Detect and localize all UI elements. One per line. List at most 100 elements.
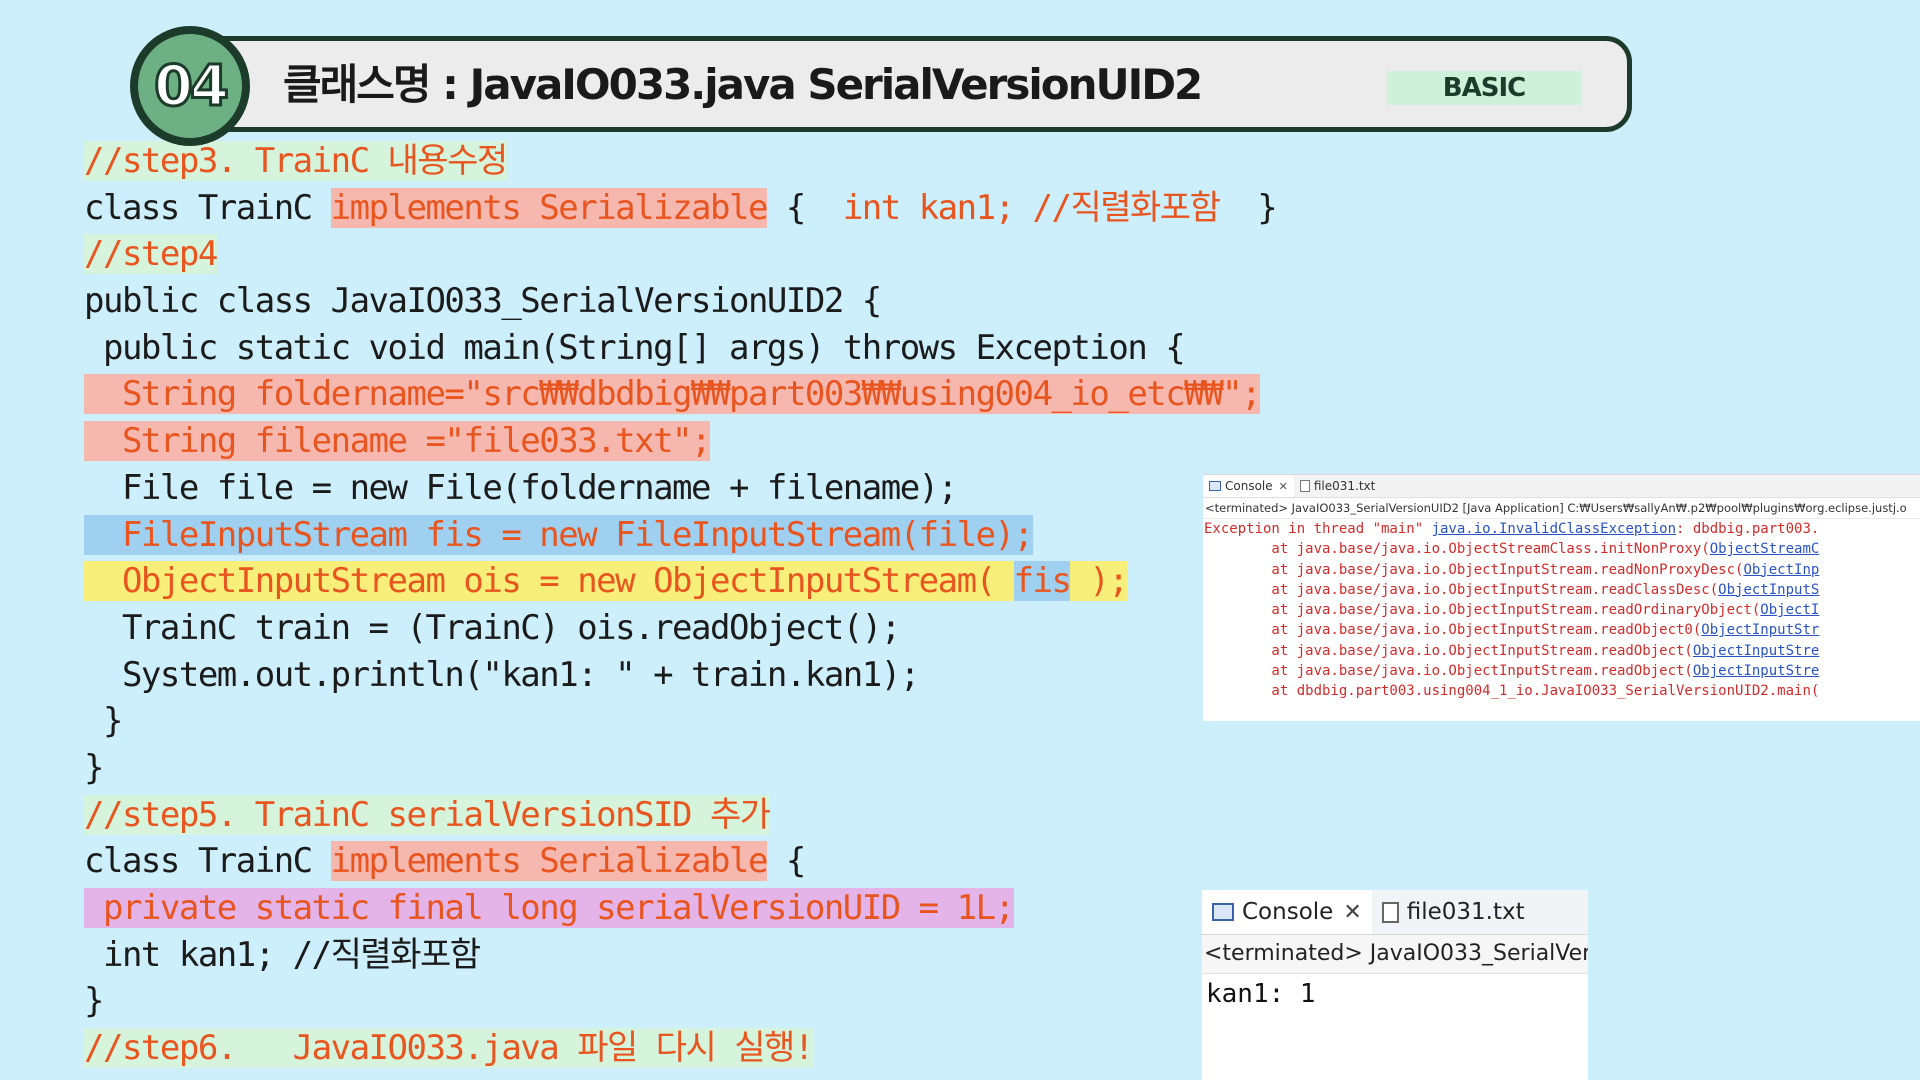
- trace-text: at java.base/java.io.ObjectStreamClass.i…: [1204, 541, 1710, 558]
- code-text: class TrainC: [84, 187, 331, 228]
- stack-trace-line: at java.base/java.io.ObjectStreamClass.i…: [1204, 539, 1920, 559]
- code-text: class TrainC: [84, 841, 331, 882]
- code-line: class TrainC implements Serializable { i…: [84, 185, 1278, 232]
- console-icon: [1212, 903, 1234, 921]
- code-line: FileInputStream fis = new FileInputStrea…: [84, 512, 1276, 559]
- tab-label: file031.txt: [1313, 479, 1376, 493]
- highlight-fis-arg: fis: [1013, 561, 1072, 602]
- console-output: Exception in thread "main" java.io.Inval…: [1203, 519, 1920, 702]
- highlight-serialversionuid: private static final long serialVersionU…: [84, 888, 1015, 928]
- code-text: int kan1; //직렬화포함: [84, 934, 481, 975]
- code-line: }: [84, 745, 1276, 792]
- code-line: }: [84, 698, 1276, 745]
- trace-link[interactable]: ObjectInputStr: [1701, 622, 1819, 638]
- code-line: ObjectInputStream ois = new ObjectInputS…: [84, 558, 1276, 605]
- code-text: File file = new File(foldername + filena…: [84, 467, 958, 508]
- comment-step3: //step3. TrainC 내용수정: [84, 141, 508, 181]
- console-output: kan1: 1: [1206, 979, 1316, 1009]
- tab-console[interactable]: Console ✕: [1203, 475, 1294, 497]
- trace-text: at java.base/java.io.ObjectInputStream.r…: [1204, 602, 1761, 619]
- trace-text: at java.base/java.io.ObjectInputStream.r…: [1204, 561, 1744, 578]
- tab-file[interactable]: file031.txt: [1294, 475, 1382, 497]
- code-line: //step5. TrainC serialVersionSID 추가: [84, 792, 1276, 839]
- code-listing: //step3. TrainC 내용수정 class TrainC implem…: [84, 138, 1278, 1072]
- trace-link[interactable]: ObjectInputS: [1718, 582, 1819, 598]
- trace-link[interactable]: ObjectInputStre: [1693, 643, 1819, 659]
- console-panel-result: Console ✕ file031.txt <terminated> JavaI…: [1202, 890, 1588, 1080]
- stack-trace-line: at java.base/java.io.ObjectInputStream.r…: [1204, 620, 1920, 640]
- close-icon[interactable]: ✕: [1343, 900, 1361, 925]
- highlight-objectinputstream-end: );: [1070, 561, 1129, 602]
- code-text: public static void main(String[] args) t…: [84, 327, 1186, 368]
- stack-trace-line: at java.base/java.io.ObjectInputStream.r…: [1204, 661, 1920, 681]
- code-text: }: [84, 747, 104, 788]
- code-line: public static void main(String[] args) t…: [84, 325, 1276, 372]
- code-field: int kan1; //직렬화포함: [842, 187, 1221, 228]
- exception-text: : dbdbig.part003.: [1676, 521, 1820, 537]
- trace-text: at java.base/java.io.ObjectInputStream.r…: [1204, 663, 1693, 680]
- code-text: }: [84, 981, 104, 1022]
- code-line: public class JavaIO033_SerialVersionUID2…: [84, 278, 1276, 325]
- title-banner: 클래스명 : JavaIO033.java SerialVersionUID2 …: [160, 36, 1632, 132]
- comment-step5: //step5. TrainC serialVersionSID 추가: [84, 794, 771, 835]
- code-line: //step6. JavaIO033.java 파일 다시 실행!: [84, 1025, 1276, 1072]
- tab-console[interactable]: Console ✕: [1202, 890, 1372, 934]
- stack-trace-line: at java.base/java.io.ObjectInputStream.r…: [1204, 641, 1920, 661]
- code-line: String filename ="file033.txt";: [84, 418, 1276, 465]
- trace-text: at dbdbig.part003.using004_1_io.JavaIO03…: [1204, 683, 1820, 700]
- highlight-foldername: String foldername="src₩₩dbdbig₩₩part003₩…: [84, 374, 1262, 415]
- stack-trace-line: at java.base/java.io.ObjectInputStream.r…: [1204, 580, 1920, 600]
- close-icon[interactable]: ✕: [1279, 480, 1288, 493]
- level-badge: BASIC: [1387, 71, 1581, 105]
- code-line: System.out.println("kan1: " + train.kan1…: [84, 652, 1276, 699]
- page-title: 클래스명 : JavaIO033.java SerialVersionUID2: [283, 60, 1203, 109]
- console-panel-exception: Console ✕ file031.txt <terminated> JavaI…: [1203, 474, 1920, 721]
- trace-text: at java.base/java.io.ObjectInputStream.r…: [1204, 622, 1702, 639]
- tab-label: Console: [1242, 899, 1334, 925]
- tab-label: Console: [1225, 479, 1273, 493]
- trace-link[interactable]: ObjectInp: [1743, 562, 1819, 578]
- comment-step4: //step4: [84, 234, 218, 275]
- code-text: System.out.println("kan1: " + train.kan1…: [84, 654, 920, 695]
- code-line: private static final long serialVersionU…: [84, 885, 1276, 932]
- highlight-fileinputstream: FileInputStream fis = new FileInputStrea…: [84, 514, 1034, 555]
- stack-trace-line: at dbdbig.part003.using004_1_io.JavaIO03…: [1204, 681, 1920, 701]
- lesson-number: 04: [138, 34, 242, 138]
- code-line: File file = new File(foldername + filena…: [84, 465, 1276, 512]
- code-text: }: [1219, 187, 1277, 228]
- code-text: TrainC train = (TrainC) ois.readObject()…: [84, 607, 901, 648]
- code-line: //step3. TrainC 내용수정: [84, 138, 1276, 185]
- trace-text: at java.base/java.io.ObjectInputStream.r…: [1204, 642, 1693, 659]
- console-tabbar: Console ✕ file031.txt: [1203, 475, 1920, 498]
- highlight-implements: implements Serializable: [330, 841, 768, 882]
- highlight-objectinputstream: ObjectInputStream ois = new ObjectInputS…: [84, 561, 1014, 602]
- exception-text: Exception in thread "main": [1204, 521, 1432, 537]
- code-line: int kan1; //직렬화포함: [84, 932, 1276, 979]
- comment-step6: //step6. JavaIO033.java 파일 다시 실행!: [84, 1028, 814, 1069]
- exception-link[interactable]: java.io.InvalidClassException: [1432, 521, 1676, 537]
- trace-link[interactable]: ObjectStreamC: [1710, 541, 1820, 557]
- code-line: class TrainC implements Serializable {: [84, 838, 1276, 885]
- console-icon: [1209, 481, 1221, 491]
- code-text: }: [84, 701, 123, 742]
- code-text: public class JavaIO033_SerialVersionUID2…: [84, 281, 882, 322]
- lesson-number-badge: 04: [130, 26, 250, 146]
- code-line: TrainC train = (TrainC) ois.readObject()…: [84, 605, 1276, 652]
- code-line: }: [84, 978, 1276, 1025]
- trace-text: at java.base/java.io.ObjectInputStream.r…: [1204, 581, 1719, 598]
- code-line: //step4: [84, 231, 1276, 278]
- terminated-status: <terminated> JavaIO033_SerialVersionUID2…: [1203, 498, 1920, 519]
- trace-link[interactable]: ObjectI: [1760, 602, 1819, 618]
- highlight-filename: String filename ="file033.txt";: [84, 421, 712, 462]
- file-icon: [1381, 901, 1399, 923]
- exception-line: Exception in thread "main" java.io.Inval…: [1204, 519, 1920, 539]
- tab-file[interactable]: file031.txt: [1372, 890, 1535, 934]
- code-line: String foldername="src₩₩dbdbig₩₩part003₩…: [84, 371, 1276, 418]
- trace-link[interactable]: ObjectInputStre: [1693, 663, 1819, 679]
- code-text: {: [766, 841, 806, 882]
- stack-trace-line: at java.base/java.io.ObjectInputStream.r…: [1204, 560, 1920, 580]
- terminated-status: <terminated> JavaIO033_SerialVers: [1202, 935, 1588, 974]
- highlight-implements: implements Serializable: [330, 187, 768, 228]
- stack-trace-line: at java.base/java.io.ObjectInputStream.r…: [1204, 600, 1920, 620]
- console-tabbar: Console ✕ file031.txt: [1202, 890, 1588, 935]
